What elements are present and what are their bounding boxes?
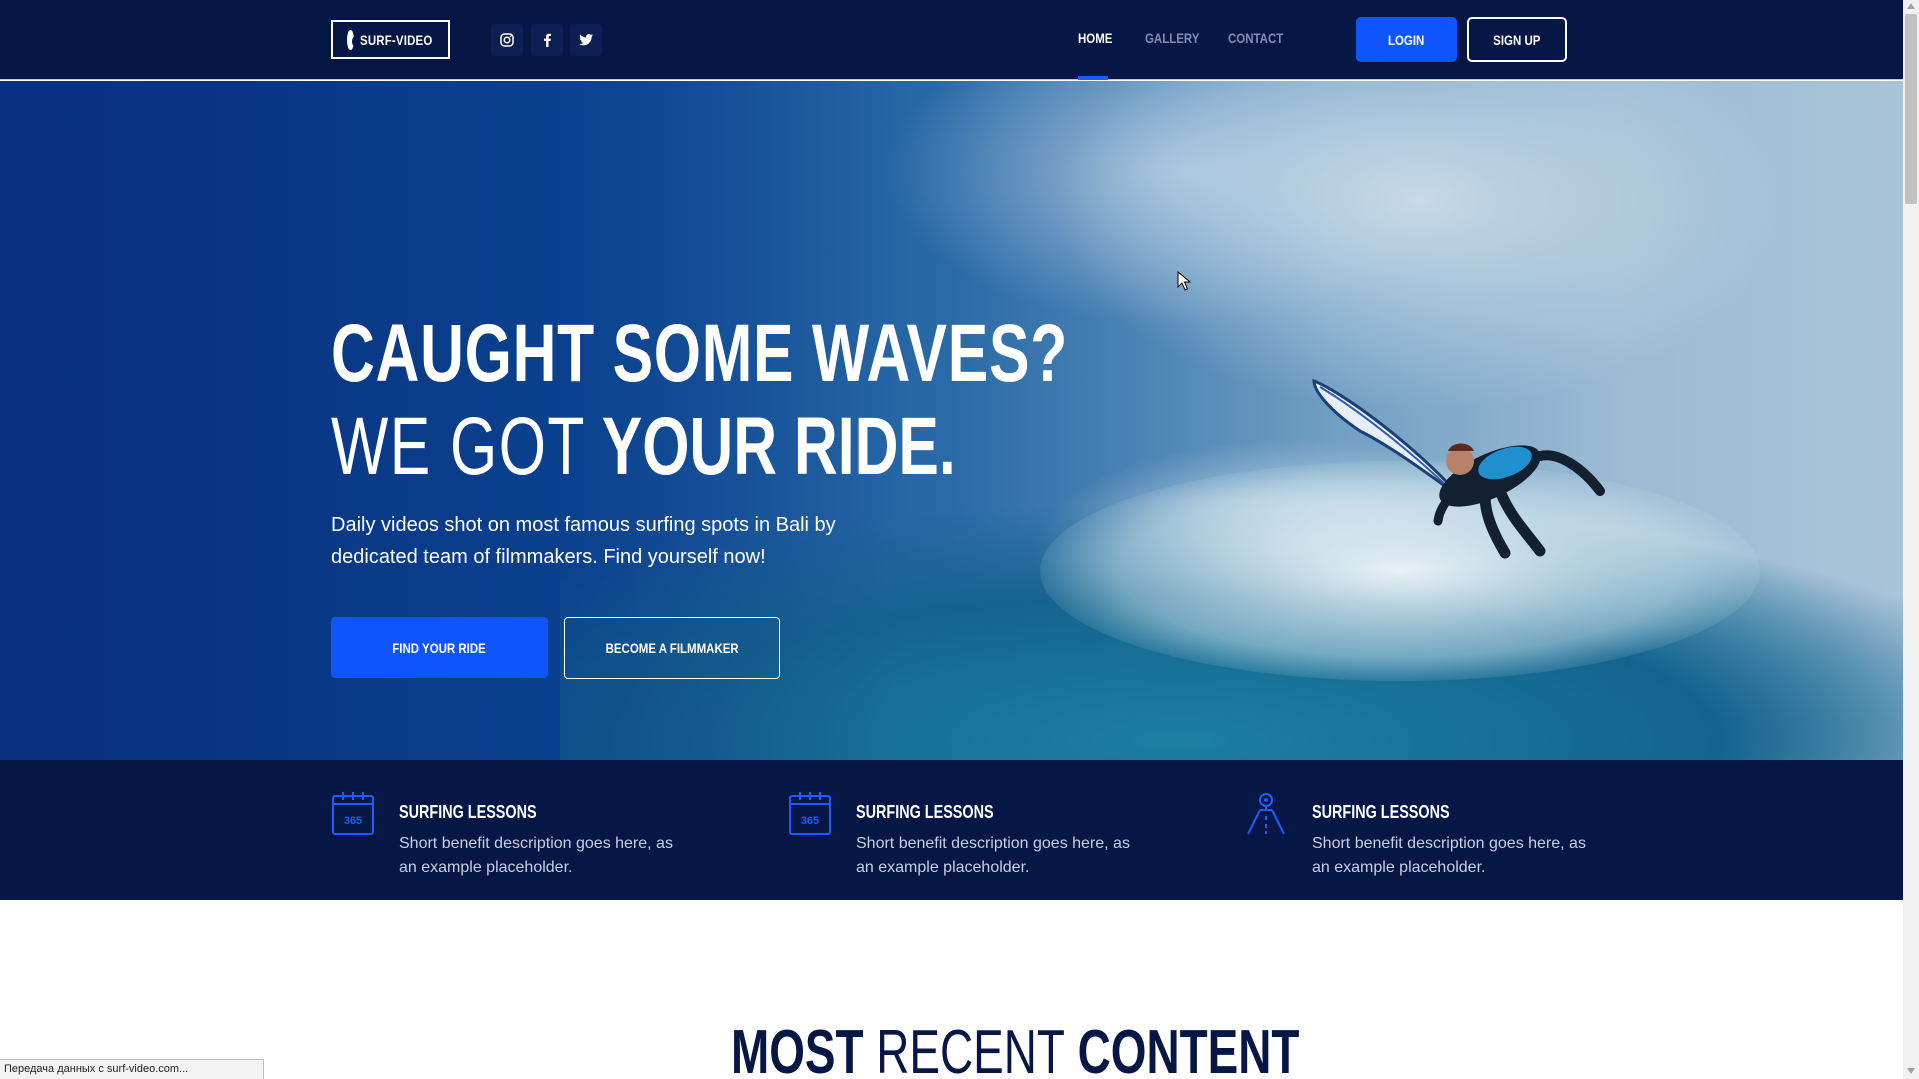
benefit-description: Short benefit description goes here, as … <box>1312 835 1586 876</box>
scroll-thumb[interactable] <box>1905 14 1917 204</box>
become-filmmaker-button[interactable]: BECOME A FILMMAKER <box>564 617 780 679</box>
svg-text:365: 365 <box>801 815 819 827</box>
benefit-title: SURFING LESSONS <box>1312 802 1450 822</box>
hero-title-line2: WE GOT YOUR RIDE. <box>331 406 956 488</box>
mouse-cursor-icon <box>1177 271 1191 291</box>
signup-button[interactable]: SIGN UP <box>1467 17 1567 62</box>
surfer-image <box>1312 378 1605 559</box>
svg-text:365: 365 <box>344 815 362 827</box>
navbar: SURF-VIDEO HOME GALLERY CONTACT LOGIN SI… <box>0 0 1903 80</box>
nav-active-indicator <box>1078 76 1108 80</box>
benefit-title: SURFING LESSONS <box>856 802 994 822</box>
benefits-section: 365 SURFING LESSONS Short benefit descri… <box>0 760 1903 900</box>
recent-heading-part3: CONTENT <box>1077 1018 1300 1079</box>
find-your-ride-button[interactable]: FIND YOUR RIDE <box>331 617 548 678</box>
hero-section: CAUGHT SOME WAVES? WE GOT YOUR RIDE. Dai… <box>0 81 1903 760</box>
benefit-description: Short benefit description goes here, as … <box>856 835 1130 876</box>
logo-mark-icon <box>347 29 367 50</box>
browser-status-bar: Передача данных с surf-video.com... <box>0 1059 264 1079</box>
benefit-item: 365 SURFING LESSONS Short benefit descri… <box>788 790 1130 880</box>
page: SURF-VIDEO HOME GALLERY CONTACT LOGIN SI… <box>0 0 1903 1079</box>
scroll-down-arrow-icon[interactable] <box>1907 1068 1915 1074</box>
benefit-item: SURFING LESSONS Short benefit descriptio… <box>1244 790 1586 880</box>
calendar-365-icon: 365 <box>332 792 374 835</box>
benefit-title: SURFING LESSONS <box>399 802 537 822</box>
scroll-up-arrow-icon[interactable] <box>1907 3 1915 9</box>
benefit-description: Short benefit description goes here, as … <box>399 835 673 876</box>
recent-heading-part2: RECENT <box>876 1018 1065 1079</box>
hero-title-bold: YOUR RIDE. <box>601 401 956 492</box>
login-button[interactable]: LOGIN <box>1356 17 1457 62</box>
nav-link-home[interactable]: HOME <box>1078 30 1112 46</box>
become-filmmaker-label: BECOME A FILMMAKER <box>605 640 739 656</box>
benefit-item: 365 SURFING LESSONS Short benefit descri… <box>331 790 673 880</box>
signup-button-label: SIGN UP <box>1493 31 1541 48</box>
facebook-icon[interactable] <box>531 24 563 56</box>
recent-content-heading: MOST RECENT CONTENT <box>731 1022 1299 1079</box>
page-scrollbar[interactable] <box>1903 0 1919 1079</box>
recent-heading-part1: MOST <box>731 1018 864 1079</box>
calendar-365-icon: 365 <box>789 792 831 835</box>
find-your-ride-label: FIND YOUR RIDE <box>392 639 487 656</box>
logo-text: SURF-VIDEO <box>359 31 433 48</box>
nav-link-gallery[interactable]: GALLERY <box>1145 30 1199 46</box>
hero-title-thin: WE GOT <box>331 401 586 492</box>
logo[interactable]: SURF-VIDEO <box>331 20 450 59</box>
map-pin-road-icon <box>1247 793 1285 835</box>
login-button-label: LOGIN <box>1388 31 1425 48</box>
hero-title-line1: CAUGHT SOME WAVES? <box>331 308 1069 399</box>
hero-description: Daily videos shot on most famous surfing… <box>331 514 836 568</box>
twitter-icon[interactable] <box>570 24 602 56</box>
nav-link-contact[interactable]: CONTACT <box>1228 30 1283 46</box>
instagram-icon[interactable] <box>491 24 523 56</box>
